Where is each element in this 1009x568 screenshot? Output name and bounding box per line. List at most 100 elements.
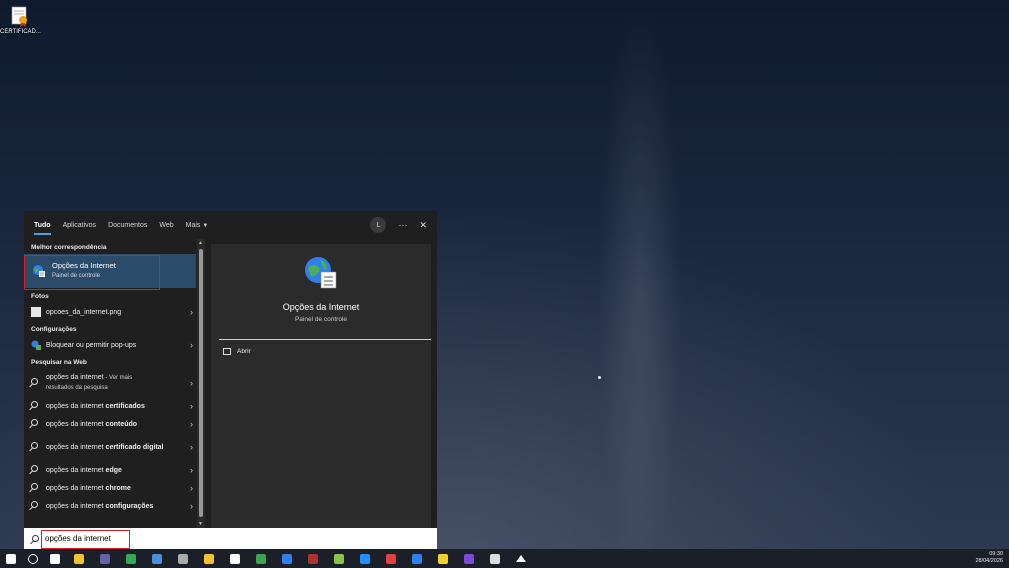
- chevron-right-icon[interactable]: ›: [190, 483, 193, 493]
- search-icon-glyph: [28, 553, 38, 564]
- search-icon[interactable]: [22, 549, 44, 568]
- file-explorer-icon[interactable]: [66, 549, 92, 568]
- chevron-right-icon[interactable]: ›: [190, 340, 193, 350]
- web-result-sub: resultados da pesquisa: [46, 385, 108, 391]
- sticky-icon[interactable]: [196, 549, 222, 568]
- chevron-right-icon[interactable]: ›: [190, 307, 193, 317]
- user-avatar[interactable]: L: [370, 217, 387, 233]
- tab-web[interactable]: Web: [159, 219, 173, 232]
- detail-divider: [219, 339, 431, 340]
- remote-icon[interactable]: [170, 549, 196, 568]
- app-icon-6-glyph: [412, 553, 422, 564]
- chevron-right-icon[interactable]: ›: [190, 401, 193, 411]
- app-icon-8[interactable]: [456, 549, 482, 568]
- tab-mais[interactable]: Mais ▼: [186, 219, 209, 232]
- task-view-icon[interactable]: [44, 549, 66, 568]
- scroll-up-icon[interactable]: ▲: [198, 240, 203, 246]
- web-result-prefix: opções da internet: [46, 502, 106, 510]
- certificate-file-icon: [9, 5, 31, 27]
- search-icon: [31, 501, 41, 511]
- web-result-item[interactable]: opções da internet certificado digital ›: [24, 433, 196, 461]
- tray-arrow-icon-glyph: [516, 555, 526, 562]
- chevron-right-icon[interactable]: ›: [190, 378, 193, 388]
- search-icon: [32, 535, 39, 542]
- tab-mais-label: Mais: [185, 221, 201, 229]
- section-best-match: Melhor correspondência: [31, 244, 107, 251]
- open-icon: [223, 348, 231, 355]
- app-icon-9[interactable]: [482, 549, 508, 568]
- file-explorer-icon-glyph: [74, 553, 84, 564]
- tab-documentos[interactable]: Documentos: [108, 219, 147, 232]
- windows-start-icon-glyph: [6, 553, 16, 564]
- windows-start-icon[interactable]: [0, 549, 22, 568]
- clock-date: 28/04/2026: [975, 558, 1003, 564]
- highlight-best-match: [24, 255, 160, 290]
- chrome-icon[interactable]: [118, 549, 144, 568]
- web-result-item[interactable]: opções da internet - Ver mais resultados…: [24, 369, 196, 397]
- more-options-button[interactable]: ···: [398, 220, 407, 230]
- app-icon-5[interactable]: [378, 549, 404, 568]
- detail-title: Opções da Internet: [282, 302, 360, 312]
- search-icon: [31, 378, 41, 388]
- app-icon-3[interactable]: [274, 549, 300, 568]
- app-icon[interactable]: [144, 549, 170, 568]
- taskbar: 09:30 28/04/2026: [0, 549, 1009, 568]
- app-icon-4[interactable]: [300, 549, 326, 568]
- web-result-prefix: opções da internet: [46, 484, 106, 492]
- settings-result-item[interactable]: Bloquear ou permitir pop-ups ›: [24, 336, 196, 354]
- app-icon-6[interactable]: [404, 549, 430, 568]
- chevron-right-icon[interactable]: ›: [190, 501, 193, 511]
- web-result-item[interactable]: opções da internet certificados ›: [24, 397, 196, 415]
- chrome-icon-glyph: [126, 553, 136, 564]
- teams-icon-glyph: [100, 553, 110, 564]
- taskbar-icons: [0, 549, 534, 568]
- scrollbar-thumb[interactable]: [199, 249, 203, 517]
- desktop-icon-certificado[interactable]: CERTIFICAD...: [0, 5, 41, 35]
- app-icon-7[interactable]: [430, 549, 456, 568]
- search-icon: [31, 483, 41, 493]
- system-clock[interactable]: 09:30 28/04/2026: [975, 551, 1003, 565]
- chevron-right-icon[interactable]: ›: [190, 419, 193, 429]
- highlight-search-input: [41, 530, 130, 549]
- search-icon: [31, 465, 41, 475]
- web-result-bold: edge: [105, 466, 122, 474]
- open-action-label: Abrir: [237, 348, 251, 355]
- tab-aplicativos[interactable]: Aplicativos: [63, 219, 96, 232]
- web-result-prefix: opções da internet: [46, 402, 106, 410]
- web-result-item[interactable]: opções da internet configurações ›: [24, 497, 196, 515]
- app-icon-5-glyph: [386, 553, 396, 564]
- open-action[interactable]: Abrir: [223, 348, 251, 355]
- web-result-text: opções da internet: [46, 374, 104, 381]
- app-icon-7-glyph: [438, 553, 448, 564]
- tab-tudo[interactable]: Tudo: [34, 219, 51, 235]
- caret-down-icon: ▼: [202, 222, 209, 229]
- web-result-item[interactable]: opções da internet edge ›: [24, 461, 196, 479]
- app-icon-glyph: [152, 553, 162, 564]
- photo-result-item[interactable]: opcoes_da_internet.png ›: [24, 303, 196, 321]
- header-actions: L ··· ✕: [370, 217, 427, 233]
- notes-icon[interactable]: [326, 549, 352, 568]
- web-result-item[interactable]: opções da internet chrome ›: [24, 479, 196, 497]
- section-photos: Fotos: [31, 293, 49, 300]
- chevron-right-icon[interactable]: ›: [190, 442, 193, 452]
- results-scrollbar[interactable]: ▲ ▼: [197, 239, 205, 528]
- scroll-down-icon[interactable]: ▼: [198, 521, 203, 527]
- close-button[interactable]: ✕: [419, 220, 427, 231]
- chevron-right-icon[interactable]: ›: [190, 465, 193, 475]
- notes-icon-glyph: [334, 553, 344, 564]
- detail-subtitle: Painel de controle: [294, 316, 348, 323]
- search-icon: [31, 442, 41, 452]
- edge-icon[interactable]: [352, 549, 378, 568]
- web-result-item[interactable]: opções da internet conteúdo ›: [24, 415, 196, 433]
- sticky-icon-glyph: [204, 553, 214, 564]
- teams-icon[interactable]: [92, 549, 118, 568]
- web-result-bold: chrome: [105, 484, 131, 492]
- task-view-icon-glyph: [50, 553, 60, 564]
- tray-arrow-icon[interactable]: [508, 549, 534, 568]
- clock-time: 09:30: [989, 551, 1003, 557]
- github-icon[interactable]: [222, 549, 248, 568]
- app-icon-2[interactable]: [248, 549, 274, 568]
- image-file-icon: [31, 307, 41, 317]
- settings-result-label: Bloquear ou permitir pop-ups: [46, 341, 137, 349]
- web-result-prefix: opções da internet: [46, 466, 106, 474]
